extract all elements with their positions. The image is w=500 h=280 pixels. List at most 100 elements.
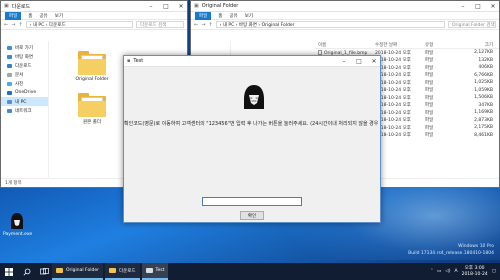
file-type: 파일 bbox=[425, 95, 434, 101]
ribbon-tab-view[interactable]: 보기 bbox=[245, 13, 253, 19]
taskbar-app-label: 다운로드 bbox=[118, 268, 136, 274]
dialog-titlebar[interactable]: ▪ Test – □ ✕ bbox=[124, 56, 380, 67]
taskbar-app-original-folder[interactable]: Original Folder bbox=[52, 263, 103, 280]
right-titlebar[interactable]: ▣ Original Folder – □ ✕ bbox=[191, 1, 499, 12]
taskbar-app-label: Original Folder bbox=[66, 268, 99, 273]
ime-indicator[interactable]: A bbox=[454, 269, 457, 274]
file-size: 2,873KB bbox=[474, 117, 493, 123]
file-size: 132KB bbox=[478, 57, 493, 63]
left-ribbon: 파일 홈 공유 보기 bbox=[1, 11, 187, 20]
file-date: 2018-10-24 오후 bbox=[375, 58, 411, 64]
folder-icon bbox=[108, 268, 116, 273]
minimize-button[interactable]: – bbox=[338, 56, 350, 67]
file-size: 406KB bbox=[478, 65, 493, 71]
confirm-button[interactable]: 확인 bbox=[240, 211, 264, 220]
taskbar-app-downloads[interactable]: 다운로드 bbox=[104, 263, 140, 280]
payment-exe-desktop-icon[interactable]: Payment.exe bbox=[3, 212, 32, 237]
file-date: 2018-10-24 오후 bbox=[375, 125, 411, 131]
picture-icon bbox=[7, 81, 12, 86]
file-type: 파일 bbox=[425, 103, 434, 109]
clock-date: 2018-10-24 bbox=[461, 271, 488, 277]
column-date[interactable]: 수정한 날짜 bbox=[375, 42, 425, 48]
file-date: 2018-10-24 오후 bbox=[375, 65, 411, 71]
taskbar-app-label: Test bbox=[155, 268, 165, 273]
start-button[interactable] bbox=[0, 263, 18, 280]
forward-arrow-icon[interactable]: → bbox=[11, 22, 15, 28]
hooded-hacker-icon bbox=[11, 213, 23, 229]
right-window-title: Original Folder bbox=[201, 3, 239, 9]
back-arrow-icon[interactable]: ← bbox=[194, 22, 198, 28]
task-view-icon bbox=[39, 268, 49, 275]
file-list-header: 이름 수정한 날짜 유형 크기 bbox=[315, 41, 499, 49]
folder-original-kr[interactable]: 원본 폴더 bbox=[75, 93, 109, 125]
ribbon-tab-view[interactable]: 보기 bbox=[55, 13, 63, 19]
windows-logo-icon bbox=[5, 267, 13, 276]
up-arrow-icon[interactable]: ↑ bbox=[18, 22, 22, 28]
ribbon-tab-home[interactable]: 홈 bbox=[218, 13, 222, 19]
file-size: 1,506KB bbox=[474, 95, 493, 101]
nav-item-onedrive[interactable]: OneDrive bbox=[1, 88, 48, 97]
file-type: 파일 bbox=[425, 73, 434, 79]
file-type: 파일 bbox=[425, 133, 434, 139]
ribbon-tab-file[interactable]: 파일 bbox=[5, 11, 22, 20]
nav-item-desktop[interactable]: 바탕 화면 bbox=[1, 52, 48, 61]
ribbon-tab-file[interactable]: 파일 bbox=[195, 11, 212, 20]
nav-item-pictures[interactable]: 사진 bbox=[1, 79, 48, 88]
close-button[interactable]: ✕ bbox=[175, 1, 187, 12]
close-button[interactable]: ✕ bbox=[487, 1, 499, 12]
taskbar-app-test[interactable]: Test bbox=[141, 263, 169, 280]
forward-arrow-icon[interactable]: → bbox=[201, 22, 205, 28]
volume-icon[interactable]: ◁) bbox=[445, 269, 450, 274]
file-type: 파일 bbox=[425, 80, 434, 86]
clock[interactable]: 오후 3:00 2018-10-24 bbox=[462, 266, 488, 277]
column-size[interactable]: 크기 bbox=[469, 42, 499, 48]
right-search-input[interactable]: Original Folder 검색 bbox=[448, 21, 496, 28]
file-date: 2018-10-24 오후 bbox=[375, 133, 411, 139]
left-titlebar[interactable]: ▣ 다운로드 – □ ✕ bbox=[1, 1, 187, 12]
file-type: 파일 bbox=[425, 88, 434, 94]
folder-icon bbox=[56, 268, 63, 273]
file-size: 1,169KB bbox=[474, 110, 493, 116]
file-size: 6,766KB bbox=[474, 72, 493, 78]
column-name[interactable]: 이름 bbox=[315, 42, 375, 48]
notification-icon[interactable]: ▢ bbox=[492, 269, 496, 274]
windows-build-watermark: Build 17134.rs4_release.180410-1804 bbox=[408, 251, 494, 256]
network-icon[interactable]: ▭ bbox=[437, 269, 441, 274]
ransom-dialog[interactable]: ▪ Test – □ ✕ 확인코드(영문)로 이동하여 고객센터의 "12345… bbox=[123, 55, 381, 223]
folder-original[interactable]: Original Folder bbox=[75, 51, 109, 82]
ribbon-tab-home[interactable]: 홈 bbox=[28, 13, 32, 19]
nav-item-quick-access[interactable]: 바로 가기 bbox=[1, 43, 48, 52]
minimize-button[interactable]: – bbox=[145, 1, 157, 12]
taskbar-search-button[interactable] bbox=[18, 263, 36, 280]
nav-item-this-pc[interactable]: 내 PC bbox=[1, 97, 48, 106]
back-arrow-icon[interactable]: ← bbox=[4, 22, 8, 28]
maximize-button[interactable]: □ bbox=[160, 1, 172, 12]
desktop-icon bbox=[7, 54, 12, 59]
maximize-button[interactable]: □ bbox=[472, 1, 484, 12]
maximize-button[interactable]: □ bbox=[353, 56, 365, 67]
close-button[interactable]: ✕ bbox=[368, 56, 380, 67]
up-arrow-icon[interactable]: ↑ bbox=[208, 22, 212, 28]
app-icon bbox=[145, 268, 153, 273]
nav-item-network[interactable]: 네트워크 bbox=[1, 106, 48, 115]
file-icon bbox=[318, 49, 322, 55]
file-date: 2018-10-24 오후 bbox=[375, 95, 411, 101]
file-size: 2,175KB bbox=[474, 125, 493, 131]
code-input[interactable] bbox=[202, 197, 302, 206]
chevron-up-icon[interactable]: ˄ bbox=[431, 269, 433, 274]
nav-item-documents[interactable]: 문서 bbox=[1, 70, 48, 79]
ribbon-tab-share[interactable]: 공유 bbox=[229, 13, 237, 19]
minimize-button[interactable]: – bbox=[457, 1, 469, 12]
right-address-input[interactable]: › 내 PC › 바탕 화면 › Original Folder bbox=[215, 21, 445, 28]
left-address-input[interactable]: › 내 PC › 다운로드 bbox=[25, 21, 133, 28]
folder-label: 원본 폴더 bbox=[83, 120, 101, 125]
file-size: 347KB bbox=[478, 102, 493, 108]
folder-icon: ▣ bbox=[4, 3, 9, 9]
nav-item-downloads[interactable]: 다운로드 bbox=[1, 61, 48, 70]
file-date: 2018-10-24 오후 bbox=[375, 88, 411, 94]
file-date: 2018-10-24 오후 bbox=[375, 50, 411, 56]
task-view-button[interactable] bbox=[36, 263, 52, 280]
column-type[interactable]: 유형 bbox=[425, 42, 469, 48]
ribbon-tab-share[interactable]: 공유 bbox=[39, 13, 47, 19]
left-search-input[interactable]: 다운로드 검색 bbox=[136, 21, 184, 28]
